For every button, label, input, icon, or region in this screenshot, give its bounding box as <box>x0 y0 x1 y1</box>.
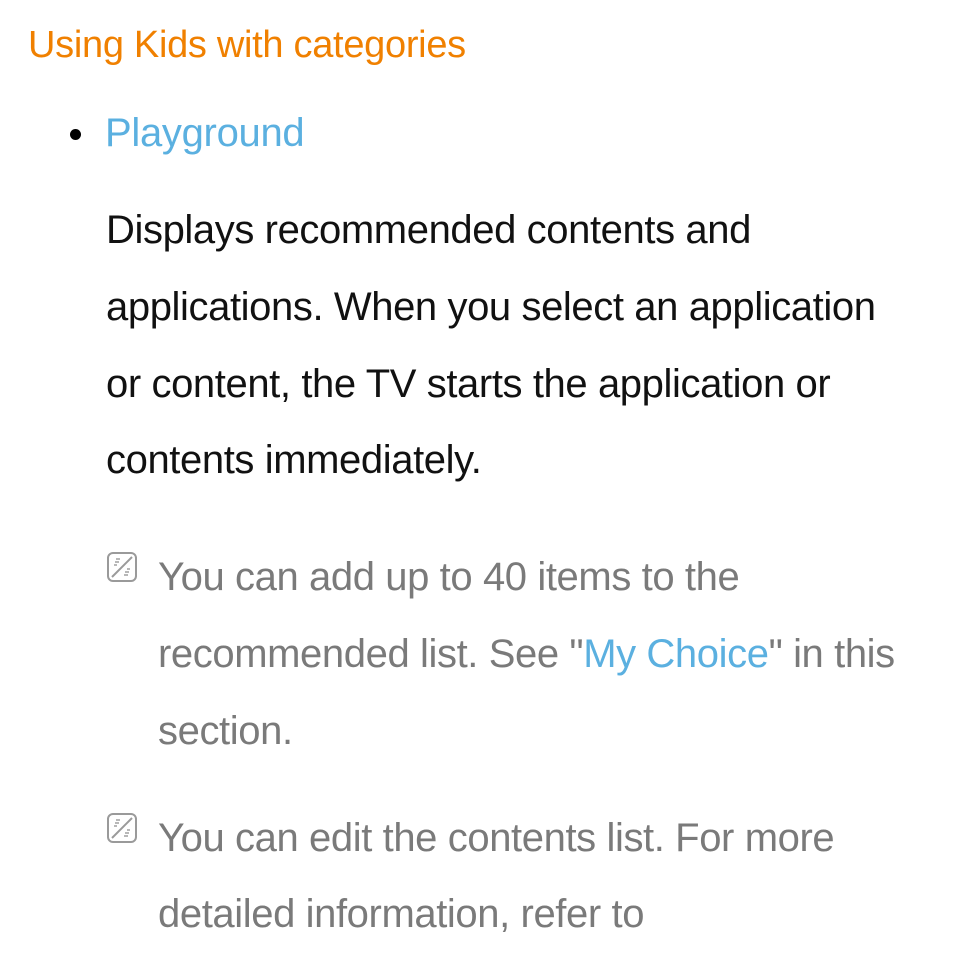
section-heading: Using Kids with categories <box>28 24 926 67</box>
note-item: You can add up to 40 items to the recomm… <box>28 539 926 769</box>
note-pre: You can edit the contents list. For more… <box>158 816 834 937</box>
category-title: Playground <box>105 111 304 156</box>
note-icon <box>106 812 138 849</box>
note-text: You can add up to 40 items to the recomm… <box>158 539 916 769</box>
note-icon <box>106 551 138 588</box>
category-description: Displays recommended contents and applic… <box>28 192 926 499</box>
category-item: Playground <box>28 111 926 156</box>
note-link[interactable]: My Choice <box>583 632 768 676</box>
note-item: You can edit the contents list. For more… <box>28 800 926 954</box>
note-text: You can edit the contents list. For more… <box>158 800 916 954</box>
bullet-icon <box>70 129 81 140</box>
